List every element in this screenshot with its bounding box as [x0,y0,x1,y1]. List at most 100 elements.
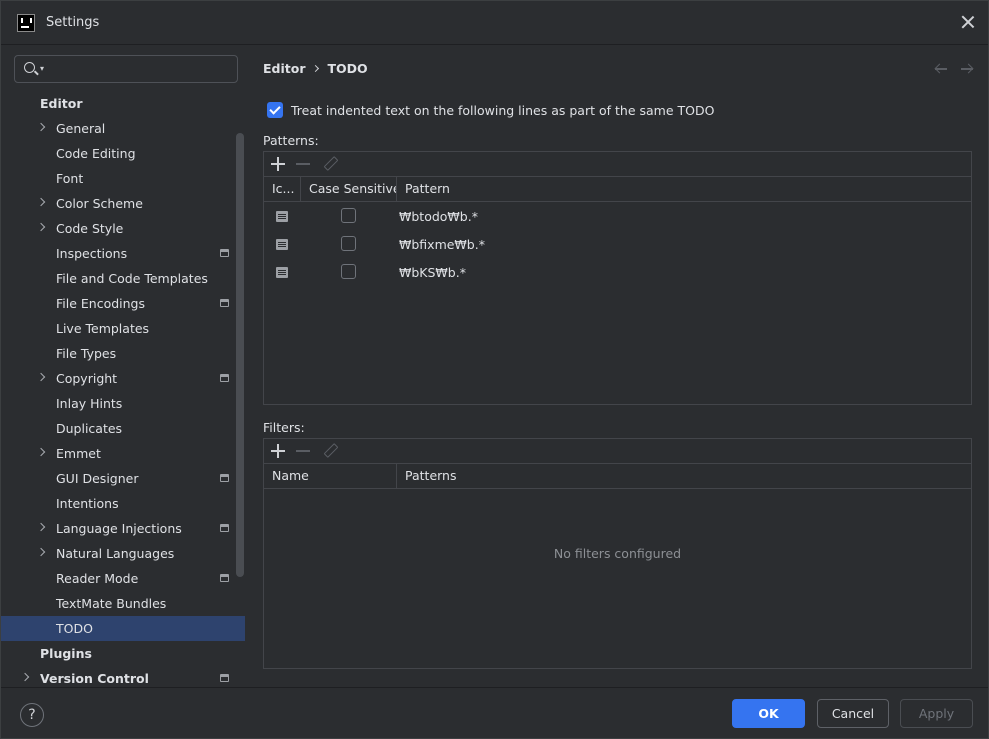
project-scope-icon [220,674,229,682]
help-button[interactable]: ? [20,703,44,727]
todo-icon [276,239,288,250]
sidebar-item-file-and-code-templates[interactable]: File and Code Templates [1,266,245,291]
sidebar-item-label: File Types [56,346,117,361]
chevron-right-icon[interactable] [36,222,46,232]
treat-indented-option[interactable]: Treat indented text on the following lin… [267,102,714,118]
sidebar-item-plugins[interactable]: Plugins [1,641,245,666]
sidebar-item-textmate-bundles[interactable]: TextMate Bundles [1,591,245,616]
sidebar-item-label: Code Editing [56,146,136,161]
sidebar-item-natural-languages[interactable]: Natural Languages [1,541,245,566]
sidebar-item-label: Duplicates [56,421,123,436]
sidebar-item-label: Inspections [56,246,128,261]
sidebar-item-inlay-hints[interactable]: Inlay Hints [1,391,245,416]
treat-indented-label: Treat indented text on the following lin… [291,102,715,118]
sidebar-item-reader-mode[interactable]: Reader Mode [1,566,245,591]
cancel-button[interactable]: Cancel [817,699,889,728]
sidebar-item-general[interactable]: General [1,116,245,141]
edit-icon[interactable] [324,444,336,456]
chevron-right-icon[interactable] [36,122,46,132]
sidebar-item-label: Emmet [56,446,101,461]
window-title: Settings [46,15,100,30]
add-icon[interactable] [271,444,285,458]
sidebar-item-font[interactable]: Font [1,166,245,191]
sidebar-item-label: TextMate Bundles [56,596,167,611]
chevron-right-icon[interactable] [36,447,46,457]
sidebar-item-file-encodings[interactable]: File Encodings [1,291,245,316]
filters-toolbar [264,439,971,464]
sidebar-item-code-editing[interactable]: Code Editing [1,141,245,166]
case-sensitive-checkbox[interactable] [341,236,356,251]
remove-icon[interactable] [296,450,310,452]
project-scope-icon [220,574,229,582]
back-arrow-icon[interactable] [934,63,948,75]
breadcrumb-current: TODO [327,61,368,76]
sidebar-item-copyright[interactable]: Copyright [1,366,245,391]
patterns-label: Patterns: [263,133,319,148]
filters-label: Filters: [263,420,305,435]
sidebar-item-duplicates[interactable]: Duplicates [1,416,245,441]
patterns-rows: ₩btodo₩b.* ₩bfixme₩b.* ₩bKS₩b.* [264,202,971,286]
chevron-right-icon [311,64,319,72]
sidebar-item-label: Live Templates [56,321,150,336]
sidebar-item-code-style[interactable]: Code Style [1,216,245,241]
filters-empty-text: No filters configured [553,546,682,561]
sidebar-item-inspections[interactable]: Inspections [1,241,245,266]
sidebar-item-label: Editor [40,96,83,111]
ok-button[interactable]: OK [732,699,805,728]
sidebar-item-label: Reader Mode [56,571,139,586]
intellij-logo-icon [17,14,35,32]
column-pattern[interactable]: Pattern [397,177,967,201]
filters-header: Name Patterns [264,464,971,489]
table-row[interactable]: ₩bfixme₩b.* [264,230,971,258]
pattern-text: ₩bKS₩b.* [399,265,466,280]
close-icon[interactable] [958,12,978,32]
sidebar-item-label: Font [56,171,84,186]
sidebar-item-label: Plugins [40,646,92,661]
project-scope-icon [220,374,229,382]
sidebar-item-color-scheme[interactable]: Color Scheme [1,191,245,216]
sidebar-item-intentions[interactable]: Intentions [1,491,245,516]
patterns-header: Ic... Case Sensitive Pattern [264,177,971,202]
case-sensitive-checkbox[interactable] [341,264,356,279]
remove-icon[interactable] [296,163,310,165]
chevron-right-icon[interactable] [36,547,46,557]
column-name[interactable]: Name [264,464,397,488]
sidebar-item-label: Intentions [56,496,119,511]
chevron-right-icon[interactable] [20,672,30,682]
column-icon[interactable]: Ic... [264,177,301,201]
sidebar-item-editor[interactable]: Editor [1,91,245,116]
breadcrumb: Editor TODO [263,61,368,76]
table-row[interactable]: ₩bKS₩b.* [264,258,971,286]
patterns-toolbar [264,152,971,177]
breadcrumb-parent[interactable]: Editor [263,61,306,76]
sidebar-item-label: Natural Languages [56,546,175,561]
column-patterns[interactable]: Patterns [397,464,967,488]
sidebar-item-file-types[interactable]: File Types [1,341,245,366]
sidebar-item-label: Inlay Hints [56,396,123,411]
chevron-right-icon[interactable] [36,522,46,532]
add-icon[interactable] [271,157,285,171]
chevron-down-icon: ▾ [40,64,45,73]
sidebar-item-language-injections[interactable]: Language Injections [1,516,245,541]
project-scope-icon [220,299,229,307]
sidebar-item-live-templates[interactable]: Live Templates [1,316,245,341]
sidebar-item-gui-designer[interactable]: GUI Designer [1,466,245,491]
project-scope-icon [220,249,229,257]
title-bar: Settings [1,1,988,45]
sidebar-item-emmet[interactable]: Emmet [1,441,245,466]
apply-button[interactable]: Apply [900,699,973,728]
case-sensitive-checkbox[interactable] [341,208,356,223]
edit-icon[interactable] [324,157,336,169]
chevron-right-icon[interactable] [36,372,46,382]
column-case-sensitive[interactable]: Case Sensitive [301,177,397,201]
todo-icon [276,211,288,222]
filters-table: Name Patterns No filters configured [263,438,972,669]
treat-indented-checkbox[interactable] [267,102,283,118]
sidebar-item-label: General [56,121,106,136]
search-input[interactable]: ▾ [14,55,238,83]
table-row[interactable]: ₩btodo₩b.* [264,202,971,230]
forward-arrow-icon[interactable] [960,63,974,75]
sidebar-item-todo[interactable]: TODO [1,616,245,641]
chevron-right-icon[interactable] [36,197,46,207]
sidebar-scrollbar[interactable] [236,133,244,577]
